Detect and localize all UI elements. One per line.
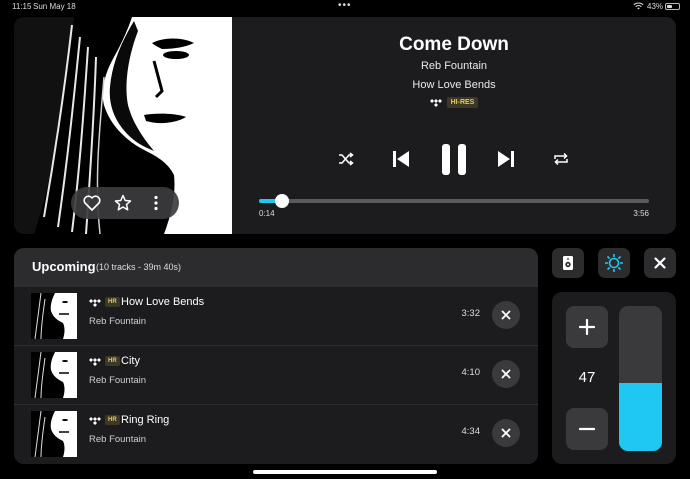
status-date: Sun May 18 <box>33 2 76 11</box>
close-button[interactable] <box>644 248 676 278</box>
next-track-icon[interactable] <box>496 150 516 168</box>
close-icon <box>501 428 511 438</box>
more-options-icon[interactable] <box>145 192 167 214</box>
queue-track-duration: 4:10 <box>461 367 481 378</box>
hr-badge: HR <box>105 356 120 366</box>
output-settings-button[interactable] <box>598 248 630 278</box>
track-album[interactable]: How Love Bends <box>232 79 676 91</box>
track-thumbnail <box>31 352 77 398</box>
album-artwork[interactable] <box>14 17 232 234</box>
queue-track-title: Ring Ring <box>121 414 170 426</box>
volume-down-button[interactable] <box>566 408 608 450</box>
volume-value: 47 <box>578 369 596 386</box>
multitasking-dots-icon[interactable]: ••• <box>338 0 352 11</box>
remove-track-button[interactable] <box>492 360 520 388</box>
status-bar: 11:15 Sun May 18 ••• 43% <box>0 0 690 14</box>
speaker-button[interactable] <box>552 248 584 278</box>
now-playing-card: Come Down Reb Fountain How Love Bends HI… <box>14 17 676 234</box>
previous-track-icon[interactable] <box>391 150 411 168</box>
star-icon[interactable] <box>112 192 134 214</box>
pause-button[interactable] <box>438 143 470 175</box>
sun-bug-icon <box>605 254 623 272</box>
queue-row[interactable]: HR Ring Ring Reb Fountain 4:34 <box>14 404 538 463</box>
elapsed-time: 0:14 <box>259 209 275 218</box>
queue-header: Upcoming (10 tracks - 39m 40s) <box>14 248 538 286</box>
hr-badge: HR <box>105 297 120 307</box>
battery-icon <box>665 3 680 10</box>
volume-up-button[interactable] <box>566 306 608 348</box>
queue-track-title: How Love Bends <box>121 296 205 308</box>
progress-bar[interactable] <box>259 194 649 208</box>
favorite-heart-icon[interactable] <box>81 192 103 214</box>
battery-percent: 43% <box>647 2 664 11</box>
queue-track-duration: 4:34 <box>461 426 481 437</box>
queue-track-duration: 3:32 <box>461 308 481 319</box>
home-indicator[interactable] <box>253 470 437 474</box>
tidal-icon <box>89 299 101 307</box>
tidal-icon <box>429 98 442 107</box>
queue-meta: (10 tracks - 39m 40s) <box>96 262 182 272</box>
artwork-actions <box>71 187 179 219</box>
progress-knob[interactable] <box>275 194 290 208</box>
shuffle-icon[interactable] <box>336 151 356 167</box>
speaker-icon <box>563 256 573 270</box>
repeat-icon[interactable] <box>551 151 571 167</box>
minus-icon <box>579 427 595 431</box>
total-time: 3:56 <box>633 209 649 218</box>
remove-track-button[interactable] <box>492 419 520 447</box>
track-artist[interactable]: Reb Fountain <box>232 60 676 72</box>
track-thumbnail <box>31 293 77 339</box>
volume-panel: 47 <box>552 292 676 464</box>
plus-icon <box>579 319 595 335</box>
close-icon <box>501 310 511 320</box>
upcoming-queue: Upcoming (10 tracks - 39m 40s) HR How Lo… <box>14 248 538 464</box>
close-icon <box>654 257 666 269</box>
hires-badge: HI-RES <box>446 97 479 108</box>
track-title: Come Down <box>399 34 509 55</box>
volume-slider-fill <box>619 382 662 451</box>
queue-row[interactable]: HR How Love Bends Reb Fountain 3:32 <box>14 286 538 345</box>
tidal-icon <box>89 417 101 425</box>
queue-track-artist: Reb Fountain <box>89 316 147 327</box>
queue-track-artist: Reb Fountain <box>89 434 147 445</box>
queue-title: Upcoming <box>32 259 96 274</box>
hr-badge: HR <box>105 415 120 425</box>
queue-row[interactable]: HR City Reb Fountain 4:10 <box>14 345 538 404</box>
track-thumbnail <box>31 411 77 457</box>
volume-slider[interactable] <box>619 306 662 451</box>
remove-track-button[interactable] <box>492 301 520 329</box>
queue-track-artist: Reb Fountain <box>89 375 147 386</box>
tidal-icon <box>89 358 101 366</box>
quality-row: HI-RES <box>232 97 676 108</box>
queue-track-title: City <box>121 355 140 367</box>
status-time: 11:15 <box>12 2 32 11</box>
close-icon <box>501 369 511 379</box>
wifi-icon <box>633 2 644 10</box>
